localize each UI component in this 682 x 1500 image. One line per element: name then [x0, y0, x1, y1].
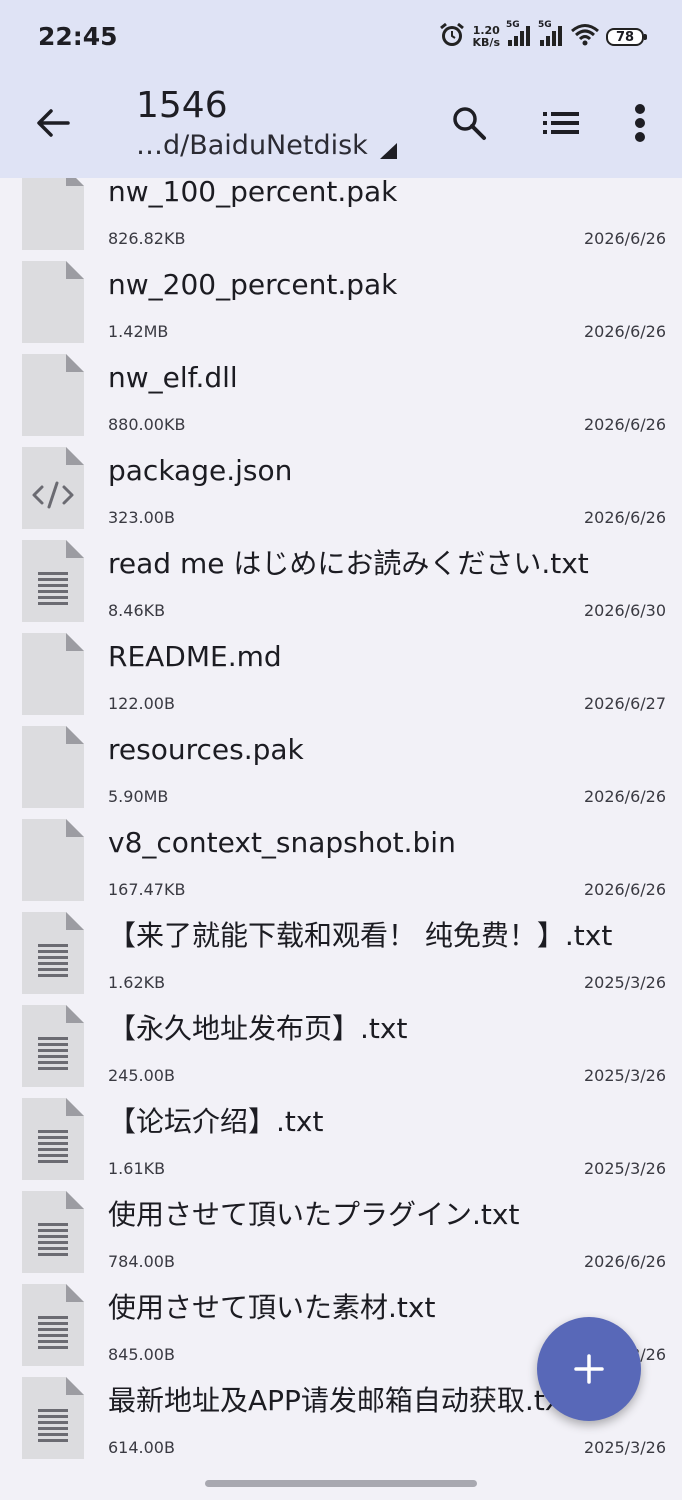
code-file-icon — [22, 447, 84, 529]
file-name: package.json — [108, 454, 293, 487]
file-icon — [22, 819, 84, 901]
add-fab-button[interactable] — [537, 1317, 641, 1421]
file-size: 1.61KB — [108, 1159, 166, 1178]
page-title: 1546 — [136, 85, 228, 126]
battery-indicator: 78 — [606, 28, 647, 46]
status-icons: 1.20 KB/s 5G 5G 78 — [437, 20, 647, 54]
file-icon — [22, 354, 84, 436]
search-button[interactable] — [446, 100, 492, 146]
network-speed: 1.20 KB/s — [473, 25, 500, 49]
file-date: 2026/6/26 — [583, 1252, 666, 1271]
file-size: 845.00B — [108, 1345, 175, 1364]
file-row[interactable]: 【永久地址发布页】.txt 245.00B 2025/3/26 — [0, 1000, 682, 1093]
file-list[interactable]: nw_100_percent.pak 826.82KB 2026/6/26 nw_20… — [0, 163, 682, 1465]
home-indicator[interactable] — [205, 1480, 477, 1487]
file-row[interactable]: read me はじめにお読みください.txt 8.46KB 2026/6/30 — [0, 535, 682, 628]
sim1-label: 5G — [506, 20, 520, 30]
app-header: 22:45 1.20 KB/s 5G 5G 78 1546 …d/BaiduNe… — [0, 0, 682, 178]
file-name: README.md — [108, 640, 282, 673]
file-name: v8_context_snapshot.bin — [108, 826, 456, 859]
file-row[interactable]: v8_context_snapshot.bin 167.47KB 2026/6/26 — [0, 814, 682, 907]
speed-unit: KB/s — [472, 36, 500, 49]
path-label: …d/BaiduNetdisk — [136, 130, 368, 161]
file-size: 1.62KB — [108, 973, 166, 992]
file-date: 2026/6/26 — [583, 229, 666, 248]
file-date: 2026/6/26 — [583, 415, 666, 434]
file-row[interactable]: README.md 122.00B 2026/6/27 — [0, 628, 682, 721]
file-date: 2025/3/26 — [583, 1159, 666, 1178]
file-size: 323.00B — [108, 508, 175, 527]
file-size: 122.00B — [108, 694, 175, 713]
file-date: 2026/6/26 — [583, 787, 666, 806]
file-row[interactable]: 【论坛介绍】.txt 1.61KB 2025/3/26 — [0, 1093, 682, 1186]
signal-icon-sim2: 5G — [538, 20, 564, 52]
file-date: 2026/6/26 — [583, 880, 666, 899]
alarm-icon — [437, 20, 467, 54]
signal-icon-sim1: 5G — [506, 20, 532, 52]
list-view-icon — [543, 112, 579, 134]
file-name: nw_elf.dll — [108, 361, 238, 394]
file-date: 2025/3/26 — [583, 973, 666, 992]
file-name: resources.pak — [108, 733, 304, 766]
file-name: 【论坛介绍】.txt — [108, 1105, 324, 1138]
wifi-icon — [570, 22, 600, 52]
file-icon — [22, 261, 84, 343]
file-name: 【永久地址发布页】.txt — [108, 1012, 408, 1045]
file-size: 1.42MB — [108, 322, 169, 341]
file-name: 【来了就能下载和观看！ 纯免费！】.txt — [108, 919, 613, 952]
file-row[interactable]: 【来了就能下载和观看！ 纯免费！】.txt 1.62KB 2025/3/26 — [0, 907, 682, 1000]
file-date: 2026/6/26 — [583, 508, 666, 527]
path-dropdown[interactable]: …d/BaiduNetdisk — [136, 128, 398, 164]
status-time: 22:45 — [38, 22, 118, 51]
file-name: 使用させて頂いたプラグイン.txt — [108, 1198, 520, 1231]
file-row[interactable]: nw_200_percent.pak 1.42MB 2026/6/26 — [0, 256, 682, 349]
file-icon — [22, 633, 84, 715]
file-name: read me はじめにお読みください.txt — [108, 547, 589, 580]
back-button[interactable] — [30, 100, 76, 146]
text-file-icon — [22, 1377, 84, 1459]
text-file-icon — [22, 1191, 84, 1273]
file-name: 使用させて頂いた素材.txt — [108, 1291, 436, 1324]
text-file-icon — [22, 1098, 84, 1180]
file-name: 最新地址及APP请发邮箱自动获取.txt — [108, 1384, 573, 1417]
list-view-button[interactable] — [538, 100, 584, 146]
text-file-icon — [22, 912, 84, 994]
file-size: 8.46KB — [108, 601, 166, 620]
sim2-label: 5G — [538, 20, 552, 30]
file-name: nw_200_percent.pak — [108, 268, 398, 301]
file-row[interactable]: resources.pak 5.90MB 2026/6/26 — [0, 721, 682, 814]
file-size: 245.00B — [108, 1066, 175, 1085]
plus-icon — [574, 1354, 604, 1384]
file-size: 880.00KB — [108, 415, 186, 434]
file-icon — [22, 168, 84, 250]
text-file-icon — [22, 1284, 84, 1366]
more-vert-icon — [635, 104, 645, 142]
file-date: 2026/6/26 — [583, 322, 666, 341]
file-date: 2026/6/30 — [583, 601, 666, 620]
search-icon — [453, 107, 486, 140]
text-file-icon — [22, 540, 84, 622]
dropdown-triangle-icon — [379, 143, 397, 159]
file-size: 5.90MB — [108, 787, 169, 806]
file-size: 167.47KB — [108, 880, 186, 899]
back-arrow-icon — [37, 109, 70, 137]
file-name: nw_100_percent.pak — [108, 175, 398, 208]
file-date: 2025/3/26 — [583, 1438, 666, 1457]
file-row[interactable]: 使用させて頂いたプラグイン.txt 784.00B 2026/6/26 — [0, 1186, 682, 1279]
more-options-button[interactable] — [617, 100, 663, 146]
text-file-icon — [22, 1005, 84, 1087]
file-date: 2025/3/26 — [583, 1066, 666, 1085]
file-date: 2026/6/27 — [583, 694, 666, 713]
file-size: 826.82KB — [108, 229, 186, 248]
file-row[interactable]: nw_elf.dll 880.00KB 2026/6/26 — [0, 349, 682, 442]
title-block[interactable]: 1546 …d/BaiduNetdisk — [136, 84, 398, 164]
file-icon — [22, 726, 84, 808]
file-row[interactable]: package.json 323.00B 2026/6/26 — [0, 442, 682, 535]
file-size: 784.00B — [108, 1252, 175, 1271]
file-size: 614.00B — [108, 1438, 175, 1457]
